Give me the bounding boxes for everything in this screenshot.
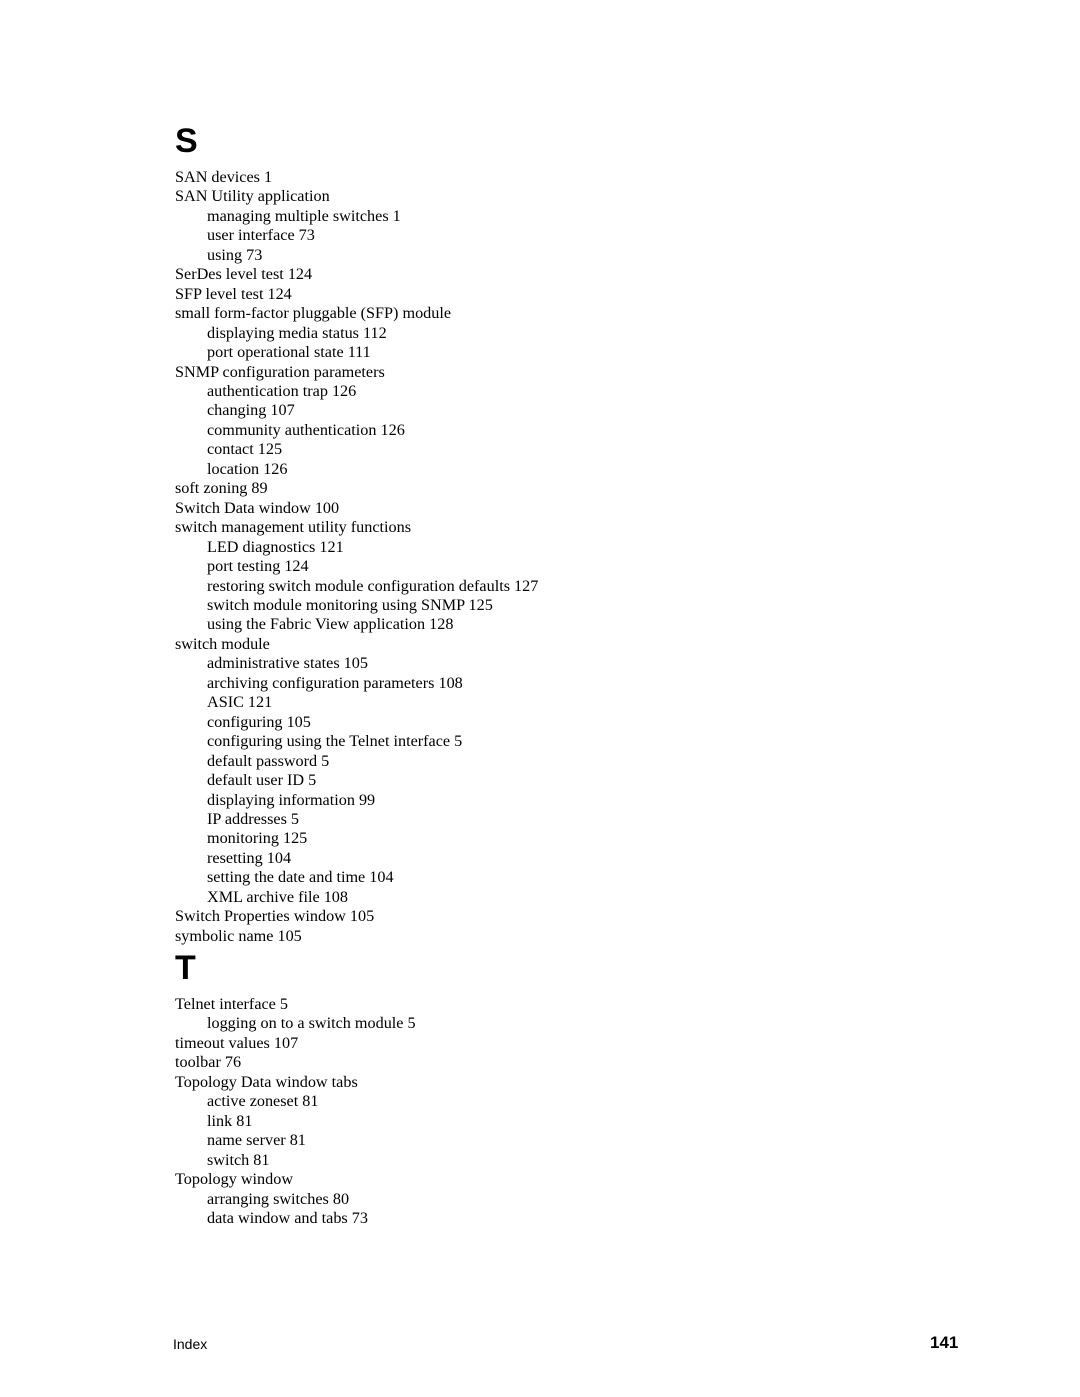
- page-number: 141: [930, 1333, 959, 1352]
- index-entry: SNMP configuration parameters: [175, 362, 385, 381]
- index-subentry: displaying media status 112: [207, 323, 387, 342]
- index-entry: SFP level test 124: [175, 284, 292, 303]
- index-subentry: data window and tabs 73: [207, 1208, 368, 1227]
- index-entry: small form-factor pluggable (SFP) module: [175, 304, 452, 323]
- index-subentry: location 126: [207, 459, 288, 478]
- index-subentry: changing 107: [207, 401, 295, 420]
- index-subentry: active zoneset 81: [207, 1092, 319, 1111]
- index-entries: SAN devices 1 SAN Utility application mana…: [175, 168, 538, 946]
- index-subentry: logging on to a switch module 5: [207, 1014, 416, 1033]
- index-subentry: link 81: [207, 1111, 253, 1130]
- index-subentry: setting the date and time 104: [207, 868, 394, 887]
- index-subentry: resetting 104: [207, 848, 292, 867]
- index-entry: switch management utility functions: [175, 518, 412, 537]
- index-entry: SerDes level test 124: [175, 265, 313, 284]
- section-letter: S: [175, 122, 198, 160]
- index-entry: Topology window: [175, 1170, 294, 1189]
- index-entry: Telnet interface 5: [175, 995, 289, 1013]
- index-subentry: port operational state 111: [207, 343, 371, 362]
- index-entry: SAN devices 1: [175, 168, 273, 186]
- index-subentry: configuring 105: [207, 712, 311, 731]
- index-entry: Switch Properties window 105: [175, 907, 375, 926]
- index-subentry: default user ID 5: [207, 771, 317, 790]
- index-subentry: displaying information 99: [207, 790, 376, 809]
- index-entry: Switch Data window 100: [175, 498, 340, 517]
- index-entry: symbolic name 105: [175, 926, 302, 945]
- index-subentry: XML archive file 108: [207, 887, 348, 906]
- index-subentry: port testing 124: [207, 557, 309, 576]
- index-subentry: switch module monitoring using SNMP 125: [207, 595, 493, 614]
- index-subentry: community authentication 126: [207, 420, 405, 439]
- index-subentry: authentication trap 126: [207, 381, 357, 400]
- index-subentry: contact 125: [207, 440, 283, 459]
- index-subentry: monitoring 125: [207, 829, 308, 848]
- index-subentry: switch 81: [207, 1150, 270, 1169]
- index-entry: soft zoning 89: [175, 479, 268, 498]
- index-entry: SAN Utility application: [175, 187, 330, 206]
- index-entry: switch module: [175, 634, 270, 653]
- index-subentry: LED diagnostics 121: [207, 537, 344, 556]
- index-entry: toolbar 76: [175, 1053, 242, 1072]
- index-subentry: ASIC 121: [207, 693, 273, 712]
- index-subentry: archiving configuration parameters 108: [207, 673, 463, 692]
- index-subentry: administrative states 105: [207, 654, 368, 673]
- index-subentry: user interface 73: [207, 226, 315, 245]
- index-subentry: using 73: [207, 245, 263, 264]
- footer-label: Index: [173, 1336, 208, 1352]
- index-entry: Topology Data window tabs: [175, 1072, 358, 1091]
- index-subentry: using the Fabric View application 128: [207, 615, 454, 634]
- index-subentry: managing multiple switches 1: [207, 206, 401, 225]
- index-section-t: T Telnet interface 5 logging on to a swit…: [175, 951, 416, 1228]
- index-subentry: IP addresses 5: [207, 809, 300, 828]
- index-subentry: name server 81: [207, 1131, 306, 1150]
- index-section-s: S SAN devices 1 SAN Utility application ma…: [175, 124, 538, 946]
- index-entries: Telnet interface 5 logging on to a switch…: [175, 995, 416, 1228]
- index-entry: timeout values 107: [175, 1033, 299, 1052]
- index-subentry: configuring using the Telnet interface 5: [207, 732, 463, 751]
- section-letter: T: [175, 949, 196, 987]
- index-subentry: arranging switches 80: [207, 1189, 350, 1208]
- index-subentry: restoring switch module configuration de…: [207, 576, 539, 595]
- index-subentry: default password 5: [207, 751, 330, 770]
